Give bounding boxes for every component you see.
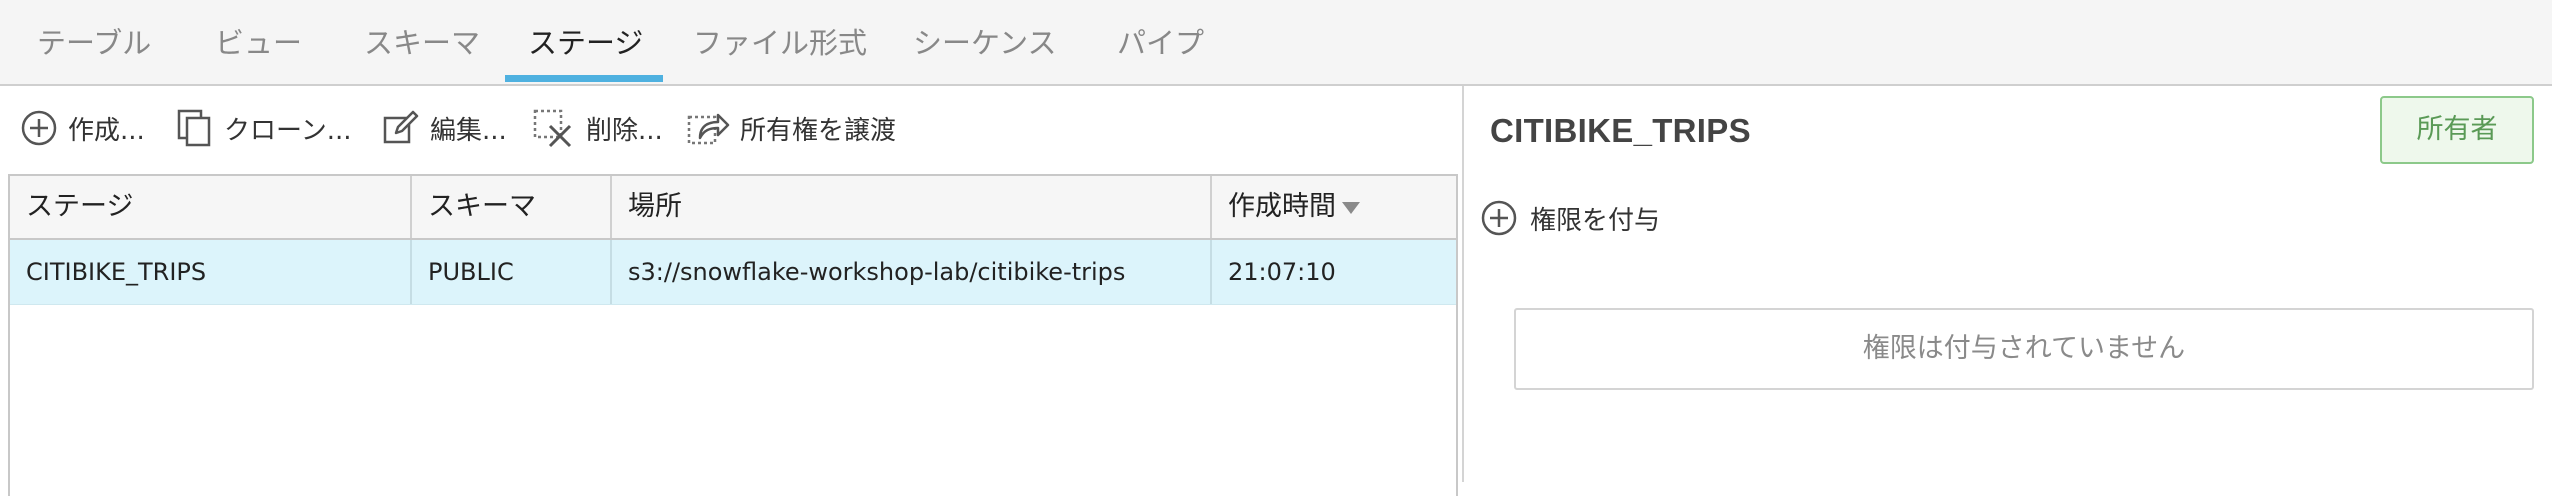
tab-schemas[interactable]: スキーマ xyxy=(364,20,480,62)
cell-created: 21:07:10 xyxy=(1210,240,1456,304)
edit-button-label: 編集... xyxy=(430,115,507,146)
grant-privileges-label: 権限を付与 xyxy=(1530,205,1661,236)
edit-button[interactable]: 編集... xyxy=(382,108,507,148)
tab-tables[interactable]: テーブル xyxy=(37,20,151,62)
table-header: ステージ スキーマ 場所 作成時間 xyxy=(10,176,1456,240)
create-button-label: 作成... xyxy=(68,115,145,146)
detail-title: CITIBIKE_TRIPS xyxy=(1490,112,1751,149)
plus-circle-icon xyxy=(21,110,57,146)
cell-stage: CITIBIKE_TRIPS xyxy=(26,258,207,286)
plus-circle-icon xyxy=(1481,200,1517,236)
stages-list-panel: 作成... クローン... 編集... 削除... 所有権を譲渡 ステージ スキ… xyxy=(0,86,1462,496)
cell-schema: PUBLIC xyxy=(410,240,610,304)
owner-button[interactable]: 所有者 xyxy=(2380,96,2534,164)
sort-descending-icon xyxy=(1342,201,1360,214)
clone-button[interactable]: クローン... xyxy=(176,108,352,148)
stage-details-panel: CITIBIKE_TRIPS 所有者 権限を付与 権限は付与されていません xyxy=(1464,86,2552,482)
column-header-schema[interactable]: スキーマ xyxy=(410,176,610,238)
share-arrow-icon xyxy=(687,113,730,145)
transfer-ownership-label: 所有権を譲渡 xyxy=(740,115,897,146)
column-header-stage[interactable]: ステージ xyxy=(10,176,410,238)
tab-sequences[interactable]: シーケンス xyxy=(913,20,1057,62)
delete-button-label: 削除... xyxy=(586,115,663,146)
create-button[interactable]: 作成... xyxy=(20,108,145,148)
grant-privileges-button[interactable]: 権限を付与 xyxy=(1480,198,1660,238)
column-header-created[interactable]: 作成時間 xyxy=(1210,176,1456,238)
copy-icon xyxy=(177,109,211,147)
table-row[interactable]: CITIBIKE_TRIPS PUBLIC s3://snowflake-wor… xyxy=(10,240,1456,305)
clone-button-label: クローン... xyxy=(224,115,352,146)
tab-stages[interactable]: ステージ xyxy=(528,20,643,62)
cell-location: s3://snowflake-workshop-lab/citibike-tri… xyxy=(610,240,1210,304)
object-tab-bar: テーブル ビュー スキーマ ステージ ファイル形式 シーケンス パイプ xyxy=(0,0,2552,86)
active-tab-indicator xyxy=(505,75,663,82)
column-header-location[interactable]: 場所 xyxy=(610,176,1210,238)
no-privileges-message: 権限は付与されていません xyxy=(1514,308,2534,390)
tab-pipes[interactable]: パイプ xyxy=(1117,20,1204,62)
column-header-created-label: 作成時間 xyxy=(1228,191,1336,222)
tab-file-formats[interactable]: ファイル形式 xyxy=(693,20,867,62)
pencil-icon xyxy=(383,110,419,144)
tab-views[interactable]: ビュー xyxy=(215,20,302,62)
delete-button[interactable]: 削除... xyxy=(532,108,663,148)
stages-table: ステージ スキーマ 場所 作成時間 CITIBIKE_TRIPS PUBLIC … xyxy=(8,174,1458,496)
delete-icon xyxy=(533,109,572,148)
transfer-ownership-button[interactable]: 所有権を譲渡 xyxy=(686,108,896,148)
